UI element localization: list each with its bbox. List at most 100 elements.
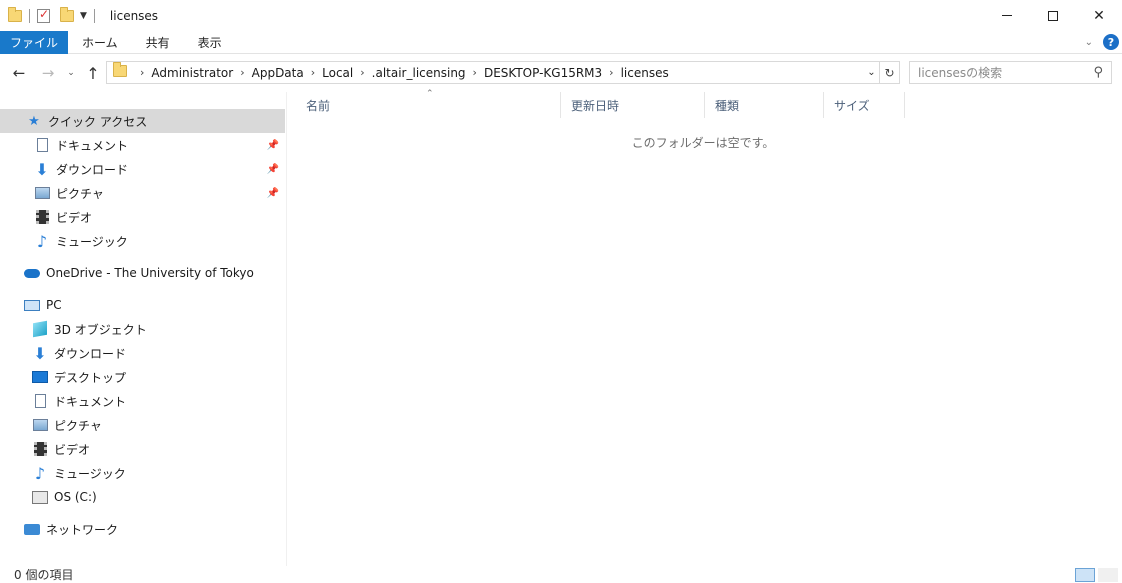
customize-toolbar-dropdown-icon[interactable]: ▼ bbox=[80, 11, 87, 21]
tab-view[interactable]: 表示 bbox=[184, 31, 236, 54]
item-count: 0 個の項目 bbox=[14, 567, 74, 582]
file-list[interactable]: ⌃ 名前 更新日時 種類 サイズ このフォルダーは空です。 bbox=[288, 89, 1122, 566]
nav-label: ダウンロード bbox=[56, 162, 129, 177]
breadcrumb-separator[interactable]: › bbox=[311, 66, 315, 79]
desktop-icon bbox=[32, 369, 48, 385]
close-button[interactable]: ✕ bbox=[1076, 0, 1122, 31]
back-button[interactable]: ← bbox=[8, 63, 30, 83]
toolbar-separator bbox=[29, 8, 30, 23]
window-title: licenses bbox=[109, 8, 159, 23]
breadcrumb-separator[interactable]: › bbox=[360, 66, 364, 79]
document-icon bbox=[34, 137, 50, 153]
music-icon: ♪ bbox=[36, 231, 48, 251]
breadcrumb-separator[interactable]: › bbox=[240, 66, 244, 79]
drive-icon bbox=[32, 489, 48, 505]
refresh-button[interactable]: ↻ bbox=[880, 61, 900, 84]
folder-icon[interactable] bbox=[8, 6, 22, 26]
title-bar: ▼ licenses ✕ bbox=[0, 0, 1122, 31]
nav-label: ネットワーク bbox=[46, 522, 119, 537]
pin-icon[interactable]: 📌 bbox=[267, 164, 279, 175]
address-bar[interactable]: › Administrator › AppData › Local › .alt… bbox=[106, 61, 880, 84]
nav-pictures[interactable]: ピクチャ 📌 bbox=[0, 181, 285, 205]
tab-file[interactable]: ファイル bbox=[0, 30, 69, 54]
nav-label: OneDrive - The University of Tokyo bbox=[46, 266, 254, 280]
column-header-modified[interactable]: 更新日時 bbox=[561, 92, 705, 118]
arrow-left-icon: ← bbox=[12, 64, 26, 82]
breadcrumb-desktop-kg15rm3[interactable]: DESKTOP-KG15RM3 bbox=[484, 66, 602, 80]
quick-access-toolbar: ▼ bbox=[0, 0, 102, 31]
nav-pc[interactable]: PC bbox=[0, 293, 285, 317]
tab-share[interactable]: 共有 bbox=[132, 31, 184, 54]
arrow-right-icon: → bbox=[41, 64, 55, 82]
nav-3d-objects[interactable]: 3D オブジェクト bbox=[0, 317, 285, 341]
column-header-name[interactable]: 名前 bbox=[296, 92, 561, 118]
nav-os-drive[interactable]: OS (C:) bbox=[0, 485, 285, 509]
up-button[interactable]: ↑ bbox=[83, 63, 103, 83]
breadcrumb-separator[interactable]: › bbox=[140, 66, 144, 79]
nav-label: ダウンロード bbox=[54, 346, 127, 361]
pin-icon[interactable]: 📌 bbox=[267, 140, 279, 151]
nav-downloads[interactable]: ⬇ ダウンロード 📌 bbox=[0, 157, 285, 181]
large-icons-view-button[interactable] bbox=[1098, 568, 1118, 582]
address-history-dropdown[interactable]: ⌄ bbox=[863, 62, 879, 83]
recent-locations-button[interactable]: ⌄ bbox=[64, 63, 78, 83]
breadcrumb-altair-licensing[interactable]: .altair_licensing bbox=[372, 66, 466, 80]
pictures-icon bbox=[32, 417, 48, 433]
3d-objects-icon bbox=[32, 320, 48, 338]
new-folder-icon[interactable] bbox=[60, 6, 74, 26]
breadcrumb-local[interactable]: Local bbox=[322, 66, 353, 80]
forward-button[interactable]: → bbox=[37, 63, 59, 83]
breadcrumb-appdata[interactable]: AppData bbox=[252, 66, 304, 80]
nav-pc-downloads[interactable]: ⬇ ダウンロード bbox=[0, 341, 285, 365]
nav-label: クイック アクセス bbox=[48, 114, 148, 129]
document-icon bbox=[32, 393, 48, 409]
music-icon: ♪ bbox=[34, 463, 46, 483]
expand-ribbon-icon[interactable]: ⌄ bbox=[1085, 37, 1093, 48]
search-placeholder: licensesの検索 bbox=[918, 66, 1003, 80]
pin-icon[interactable]: 📌 bbox=[267, 188, 279, 199]
nav-music[interactable]: ♪ ミュージック bbox=[0, 229, 285, 253]
nav-desktop[interactable]: デスクトップ bbox=[0, 365, 285, 389]
nav-label: ビデオ bbox=[54, 442, 91, 457]
nav-label: ドキュメント bbox=[56, 138, 129, 153]
breadcrumb-separator[interactable]: › bbox=[609, 66, 613, 79]
star-icon: ★ bbox=[28, 113, 40, 129]
nav-quick-access[interactable]: ★ クイック アクセス bbox=[0, 109, 285, 133]
search-input[interactable]: licensesの検索 ⚲ bbox=[909, 61, 1112, 84]
download-icon: ⬇ bbox=[35, 159, 49, 179]
breadcrumb-licenses[interactable]: licenses bbox=[621, 66, 669, 80]
column-header-size[interactable]: サイズ bbox=[824, 92, 905, 118]
minimize-button[interactable] bbox=[984, 0, 1030, 31]
nav-pc-documents[interactable]: ドキュメント bbox=[0, 389, 285, 413]
nav-pc-videos[interactable]: ビデオ bbox=[0, 437, 285, 461]
refresh-icon: ↻ bbox=[884, 65, 895, 80]
column-header-type[interactable]: 種類 bbox=[705, 92, 824, 118]
nav-label: ドキュメント bbox=[54, 394, 127, 409]
network-icon bbox=[24, 521, 40, 537]
help-icon[interactable]: ? bbox=[1103, 34, 1119, 50]
breadcrumb-administrator[interactable]: Administrator bbox=[151, 66, 233, 80]
details-view-button[interactable] bbox=[1075, 568, 1095, 582]
search-icon[interactable]: ⚲ bbox=[1093, 65, 1103, 80]
nav-label: 3D オブジェクト bbox=[54, 322, 147, 337]
tab-home[interactable]: ホーム bbox=[68, 31, 132, 54]
maximize-button[interactable] bbox=[1030, 0, 1076, 31]
folder-icon bbox=[113, 62, 127, 80]
nav-onedrive[interactable]: OneDrive - The University of Tokyo bbox=[0, 261, 285, 285]
properties-icon[interactable] bbox=[37, 6, 50, 26]
nav-label: PC bbox=[46, 298, 62, 312]
nav-label: ミュージック bbox=[56, 234, 128, 249]
ribbon-tabs: ファイル ホーム 共有 表示 ⌄ ? bbox=[0, 30, 1122, 54]
nav-label: OS (C:) bbox=[54, 490, 97, 504]
nav-label: ミュージック bbox=[54, 466, 126, 481]
nav-network[interactable]: ネットワーク bbox=[0, 517, 285, 541]
nav-documents[interactable]: ドキュメント 📌 bbox=[0, 133, 285, 157]
nav-videos[interactable]: ビデオ bbox=[0, 205, 285, 229]
navigation-pane: ★ クイック アクセス ドキュメント 📌 ⬇ ダウンロード 📌 ピクチャ 📌 ビ… bbox=[0, 92, 287, 566]
nav-pc-music[interactable]: ♪ ミュージック bbox=[0, 461, 285, 485]
nav-pc-pictures[interactable]: ピクチャ bbox=[0, 413, 285, 437]
arrow-up-icon: ↑ bbox=[86, 63, 100, 83]
navigation-bar: ← → ⌄ ↑ › Administrator › AppData › Loca… bbox=[0, 58, 1122, 88]
pictures-icon bbox=[34, 185, 50, 201]
breadcrumb-separator[interactable]: › bbox=[473, 66, 477, 79]
